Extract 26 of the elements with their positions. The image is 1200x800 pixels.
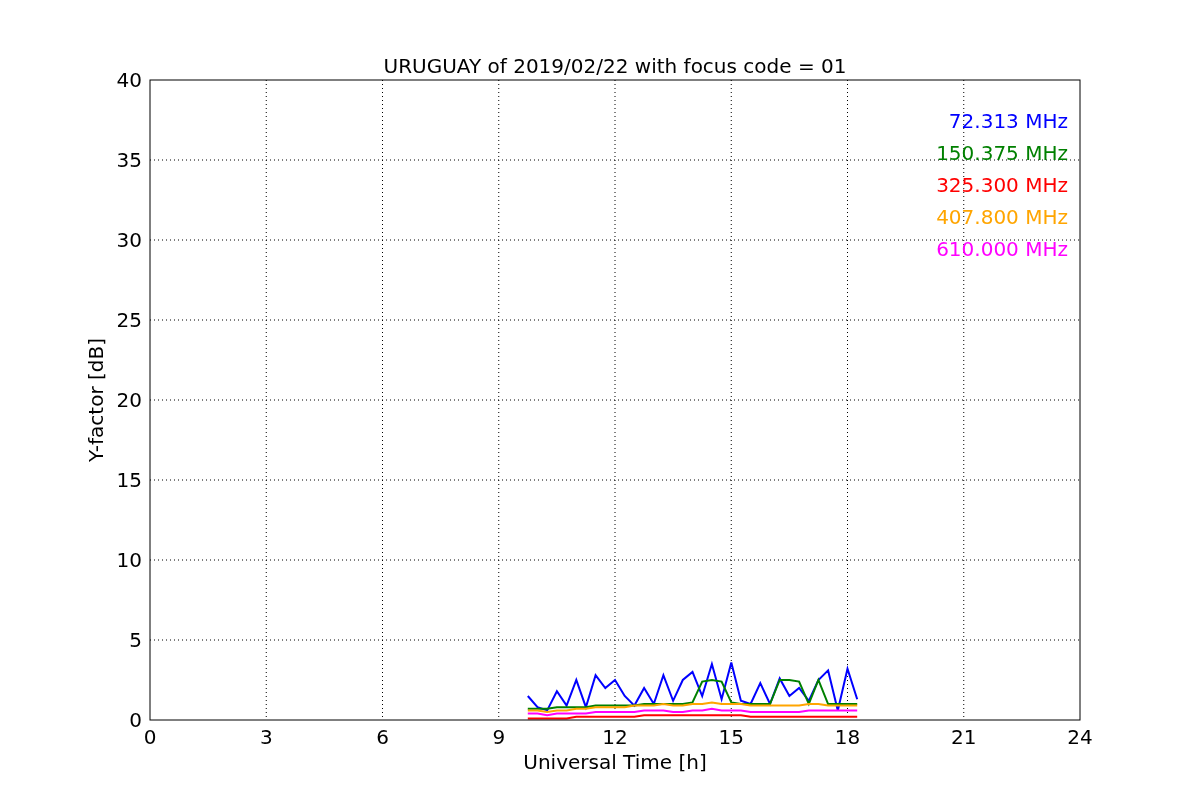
x-tick-label: 24	[1067, 725, 1093, 749]
x-tick-label: 0	[143, 725, 157, 749]
chart-title: URUGUAY of 2019/02/22 with focus code = 01	[383, 54, 847, 78]
y-tick-label: 30	[116, 228, 142, 252]
y-tick-label: 40	[116, 68, 142, 92]
legend-label: 407.800 MHz	[936, 205, 1068, 229]
x-tick-label: 3	[259, 725, 273, 749]
y-tick-label: 10	[116, 548, 142, 572]
legend-label: 610.000 MHz	[936, 237, 1068, 261]
legend-label: 325.300 MHz	[936, 173, 1068, 197]
y-axis-label: Y-factor [dB]	[84, 338, 108, 462]
legend-label: 150.375 MHz	[936, 141, 1068, 165]
x-tick-label: 12	[602, 725, 628, 749]
x-tick-label: 18	[834, 725, 861, 749]
y-tick-label: 35	[116, 148, 142, 172]
x-tick-label: 15	[718, 725, 744, 749]
y-tick-label: 15	[116, 468, 142, 492]
y-tick-label: 20	[116, 388, 142, 412]
x-tick-label: 6	[376, 725, 389, 749]
x-tick-label: 9	[492, 725, 506, 749]
x-tick-label: 21	[951, 725, 977, 749]
legend-label: 72.313 MHz	[948, 109, 1068, 133]
y-tick-label: 5	[129, 628, 142, 652]
x-axis-label: Universal Time [h]	[523, 750, 707, 774]
y-tick-label: 25	[116, 308, 142, 332]
y-tick-label: 0	[129, 708, 142, 732]
